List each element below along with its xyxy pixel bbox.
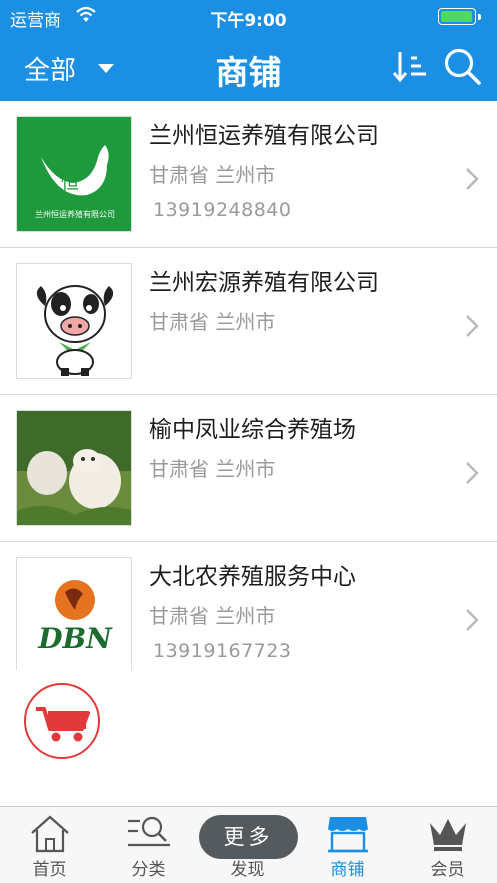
shop-name: 榆中凤业综合养殖场	[149, 417, 356, 443]
shop-row[interactable]: 兰州宏源养殖有限公司 甘肃省 兰州市	[0, 248, 497, 395]
shop-name: 兰州恒运养殖有限公司	[149, 123, 379, 149]
shop-icon	[327, 817, 368, 853]
cart-icon	[36, 707, 90, 742]
chevron-right-icon	[466, 168, 479, 190]
tab-home[interactable]: 首页	[0, 807, 99, 883]
shop-row[interactable]: DBN 大北农养殖服务中心 甘肃省 兰州市 13919167723	[0, 542, 497, 670]
tab-label: 商铺	[330, 860, 365, 880]
cow-mascot-icon	[36, 285, 114, 376]
shop-region: 甘肃省 兰州市	[149, 310, 276, 334]
shop-region: 甘肃省 兰州市	[149, 457, 276, 481]
shop-region: 甘肃省 兰州市	[149, 163, 276, 187]
shop-row[interactable]: 恒 兰州恒运养殖有限公司 兰州恒运养殖有限公司 甘肃省 兰州市 13919248…	[0, 101, 497, 248]
tab-category[interactable]: 分类	[99, 807, 198, 883]
nav-bar: 全部 商铺	[0, 34, 497, 101]
search-icon[interactable]	[442, 46, 482, 86]
category-search-icon	[127, 816, 170, 847]
shop-logo	[16, 263, 132, 379]
home-icon	[30, 815, 69, 853]
tab-label: 会员	[430, 860, 465, 880]
shop-name: 兰州宏源养殖有限公司	[149, 270, 379, 296]
logo-text: DBN	[37, 622, 113, 655]
dbn-logo-icon: DBN	[37, 580, 113, 655]
tab-label: 分类	[131, 860, 166, 880]
shop-row[interactable]: 榆中凤业综合养殖场 甘肃省 兰州市	[0, 395, 497, 542]
sort-icon[interactable]	[393, 48, 429, 84]
shop-phone: 13919248840	[153, 199, 292, 221]
cart-button[interactable]	[24, 683, 100, 759]
logo-caption: 兰州恒运养殖有限公司	[35, 210, 115, 219]
shop-list: 恒 兰州恒运养殖有限公司 兰州恒运养殖有限公司 甘肃省 兰州市 13919248…	[0, 101, 497, 670]
chevron-right-icon	[466, 315, 479, 337]
shop-logo: 恒 兰州恒运养殖有限公司	[16, 116, 132, 232]
shop-logo: DBN	[16, 557, 132, 670]
battery-icon	[438, 8, 481, 25]
chevron-right-icon	[466, 462, 479, 484]
tab-bar: 首页 分类 发现 更多 商铺 会员	[0, 806, 497, 883]
header: 运营商 下午9:00 全部 商铺	[0, 0, 497, 101]
tab-label: 首页	[32, 860, 67, 880]
logo-char: 恒	[61, 173, 79, 194]
status-bar: 运营商 下午9:00	[0, 0, 497, 34]
lambs-photo	[17, 411, 131, 525]
tab-shop[interactable]: 商铺	[298, 807, 397, 883]
crown-icon	[429, 819, 466, 851]
shop-logo	[16, 410, 132, 526]
shop-phone: 13919167723	[153, 640, 292, 662]
status-time: 下午9:00	[210, 11, 287, 31]
shop-region: 甘肃省 兰州市	[149, 604, 276, 628]
more-button[interactable]: 更多	[199, 815, 298, 859]
shop-name: 大北农养殖服务中心	[149, 564, 356, 590]
tab-member[interactable]: 会员	[398, 807, 497, 883]
chevron-right-icon	[466, 609, 479, 631]
